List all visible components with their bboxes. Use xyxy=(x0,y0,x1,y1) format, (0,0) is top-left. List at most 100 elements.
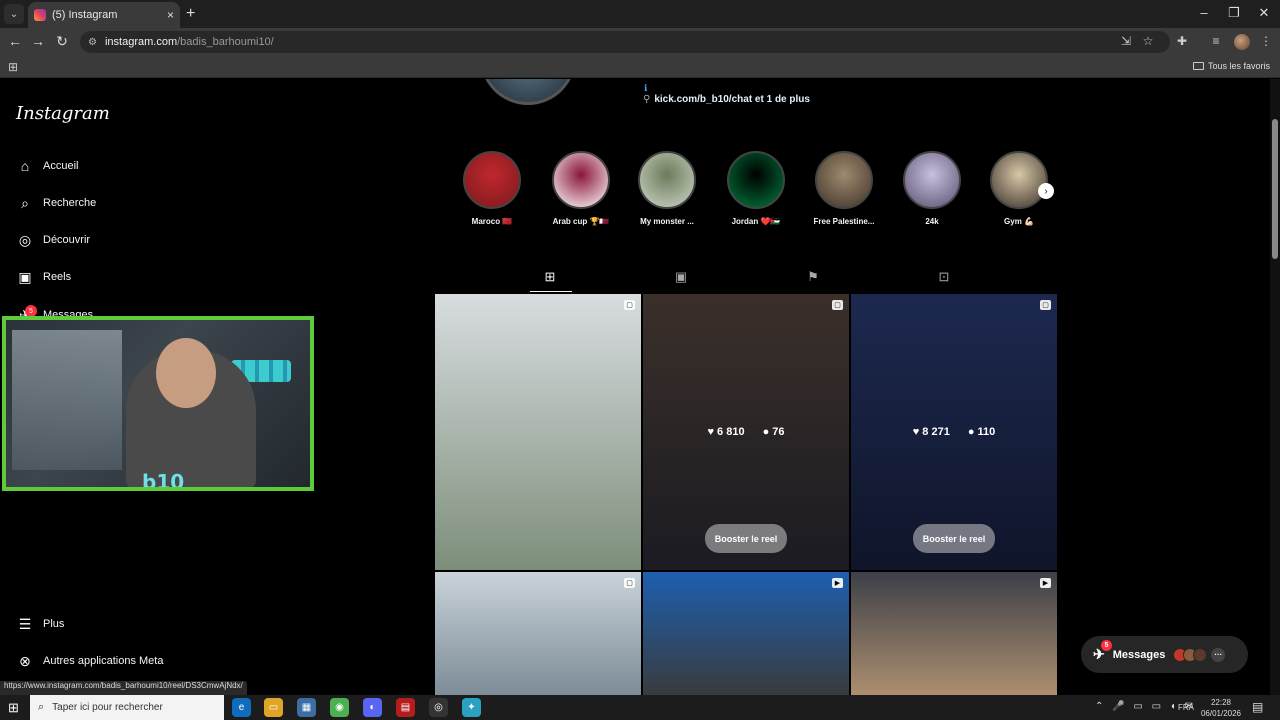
new-tab-button[interactable]: + xyxy=(186,5,195,23)
store-icon[interactable]: ▦ xyxy=(297,698,316,717)
menu-icon: ☰ xyxy=(18,615,32,632)
highlight-item[interactable]: Free Palestine... xyxy=(804,151,884,226)
edge-icon[interactable]: e xyxy=(232,698,251,717)
page-scrollbar[interactable] xyxy=(1270,79,1280,698)
heart-icon: ♥ xyxy=(912,426,923,438)
close-window-icon[interactable]: ✕ xyxy=(1254,5,1274,21)
chevron-right-icon[interactable]: › xyxy=(1038,183,1054,199)
tab-reels[interactable]: ▣ xyxy=(673,269,689,285)
reel-play-icon: ▶ xyxy=(1040,578,1051,588)
app-icon[interactable]: ✦ xyxy=(462,698,481,717)
browser-profile-avatar[interactable] xyxy=(1234,34,1250,50)
browser-tab-bar: ⌄ (5) Instagram × + – ❐ ✕ xyxy=(0,0,1280,28)
boost-reel-button[interactable]: Booster le reel xyxy=(705,524,787,553)
sidebar-item-reels[interactable]: ▣ Reels xyxy=(16,268,71,286)
minimize-icon[interactable]: – xyxy=(1194,5,1214,20)
tab-tagged[interactable]: ⊡ xyxy=(936,269,952,285)
instagram-page: Instagram ⌂ Accueil ⌕ Recherche ◎ Découv… xyxy=(0,79,1280,698)
carousel-icon: ▢ xyxy=(624,300,635,310)
carousel-icon: ▢ xyxy=(832,300,843,310)
boost-reel-button[interactable]: Booster le reel xyxy=(913,524,995,553)
profile-link-text: kick.com/b_b10/chat et 1 de plus xyxy=(654,94,810,105)
carousel-icon: ▢ xyxy=(624,578,635,588)
post-stats: ♥ 6 810 ● 76 xyxy=(643,426,849,438)
comment-icon: ● xyxy=(762,426,773,438)
tab-saved[interactable]: ⚑ xyxy=(805,269,821,285)
media-controls-icon[interactable]: ≡ xyxy=(1208,34,1224,48)
profile-link[interactable]: ⚲ kick.com/b_b10/chat et 1 de plus xyxy=(643,94,810,105)
scrollbar-thumb[interactable] xyxy=(1272,119,1278,259)
tab-posts[interactable]: ⊞ xyxy=(542,269,558,285)
messages-icon: ✈ 5 xyxy=(1093,640,1112,663)
clock-date: 06/01/2026 xyxy=(1200,709,1242,718)
post-tile[interactable]: ▢ ♥ 6 810 ● 76 Booster le reel xyxy=(643,294,849,570)
taskbar-search-input[interactable]: ⌕ Taper ici pour rechercher xyxy=(30,695,224,720)
highlight-label: Maroco 🇲🇦 xyxy=(471,217,513,226)
apps-grid-icon[interactable]: ⊞ xyxy=(8,60,18,74)
messages-floating-button[interactable]: ✈ 5 Messages ··· xyxy=(1081,636,1248,673)
link-icon: ⚲ xyxy=(643,94,651,105)
sidebar-item-search[interactable]: ⌕ Recherche xyxy=(16,194,96,212)
sidebar-item-label: Découvrir xyxy=(43,234,91,246)
post-tile[interactable]: ▢ xyxy=(435,294,641,570)
tab-search-button[interactable]: ⌄ xyxy=(4,4,24,24)
highlight-cover xyxy=(815,151,873,209)
tagged-icon: ⊡ xyxy=(938,269,950,284)
post-tile[interactable]: ▶ xyxy=(851,572,1057,698)
highlight-item[interactable]: Maroco 🇲🇦 xyxy=(452,151,532,226)
all-bookmarks-button[interactable]: Tous les favoris xyxy=(1192,61,1270,71)
bookmarks-bar: ⊞ Tous les favoris xyxy=(0,56,1280,78)
discord-icon[interactable]: ◐ xyxy=(363,698,382,717)
restore-icon[interactable]: ❐ xyxy=(1224,5,1244,21)
highlight-item[interactable]: 24k xyxy=(892,151,972,226)
instagram-favicon-icon xyxy=(34,9,46,21)
forward-icon[interactable]: → xyxy=(29,33,47,49)
profile-avatar[interactable] xyxy=(480,79,576,105)
tab-close-icon[interactable]: × xyxy=(167,8,174,22)
highlight-item[interactable]: Arab cup 🏆🇶🇦 xyxy=(541,151,621,226)
sidebar-item-more[interactable]: ☰ Plus xyxy=(16,615,65,633)
highlight-label: Gym 💪🏻 xyxy=(1004,217,1034,226)
carousel-icon: ▢ xyxy=(1040,300,1051,310)
address-bar[interactable]: ⚙ instagram.com/badis_barhoumi10/ xyxy=(80,31,1170,53)
windows-start-icon[interactable]: ⊞ xyxy=(8,700,19,716)
notifications-icon[interactable]: ▤ xyxy=(1252,700,1263,714)
highlight-label: Arab cup 🏆🇶🇦 xyxy=(552,217,610,226)
site-info-icon[interactable]: ⚙ xyxy=(88,37,97,48)
back-icon[interactable]: ← xyxy=(6,33,24,49)
file-explorer-icon[interactable]: ▭ xyxy=(264,698,283,717)
post-tile[interactable]: ▶ xyxy=(643,572,849,698)
sidebar-item-label: Plus xyxy=(43,618,65,630)
highlight-cover xyxy=(990,151,1048,209)
sidebar-item-home[interactable]: ⌂ Accueil xyxy=(16,157,79,175)
instagram-logo[interactable]: Instagram xyxy=(16,103,110,124)
reload-icon[interactable]: ↻ xyxy=(53,33,71,50)
sidebar-item-label: Recherche xyxy=(43,197,97,209)
browser-menu-icon[interactable]: ⋮ xyxy=(1258,34,1274,48)
highlight-item[interactable]: Jordan ❤️🇯🇴 xyxy=(716,151,796,226)
highlight-cover xyxy=(903,151,961,209)
taskbar-search-placeholder: Taper ici pour rechercher xyxy=(52,702,163,713)
chrome-icon[interactable]: ◉ xyxy=(330,698,349,717)
meta-apps-icon: ⊗ xyxy=(19,652,31,669)
browser-tab[interactable]: (5) Instagram × xyxy=(28,2,180,28)
sidebar-item-explore[interactable]: ◎ Découvrir xyxy=(16,231,90,249)
highlight-label: Jordan ❤️🇯🇴 xyxy=(731,217,781,226)
highlight-item[interactable]: My monster ... xyxy=(627,151,707,226)
bookmark-star-icon[interactable]: ☆ xyxy=(1140,34,1156,48)
reels-icon: ▣ xyxy=(18,268,32,285)
post-tile[interactable]: ▢ ♥ 8 271 ● 110 Booster le reel xyxy=(851,294,1057,570)
language-indicator[interactable]: FRA xyxy=(1178,703,1194,712)
install-app-icon[interactable]: ⇲ xyxy=(1118,34,1134,48)
info-icon: ℹ xyxy=(644,83,648,93)
highlight-label: 24k xyxy=(925,217,939,226)
webcam-logo: b10 xyxy=(142,470,185,491)
obs-icon[interactable]: ◎ xyxy=(429,698,448,717)
sidebar-item-meta-apps[interactable]: ⊗ Autres applications Meta xyxy=(16,652,163,670)
webcam-streamer-head xyxy=(156,338,216,408)
taskbar-clock[interactable]: 22:28 06/01/2026 xyxy=(1200,697,1242,719)
post-tile[interactable]: ▢ xyxy=(435,572,641,698)
messages-pill-badge: 5 xyxy=(1101,640,1112,651)
streaming-app-icon[interactable]: ▤ xyxy=(396,698,415,717)
extensions-icon[interactable]: ✚ xyxy=(1174,34,1190,48)
